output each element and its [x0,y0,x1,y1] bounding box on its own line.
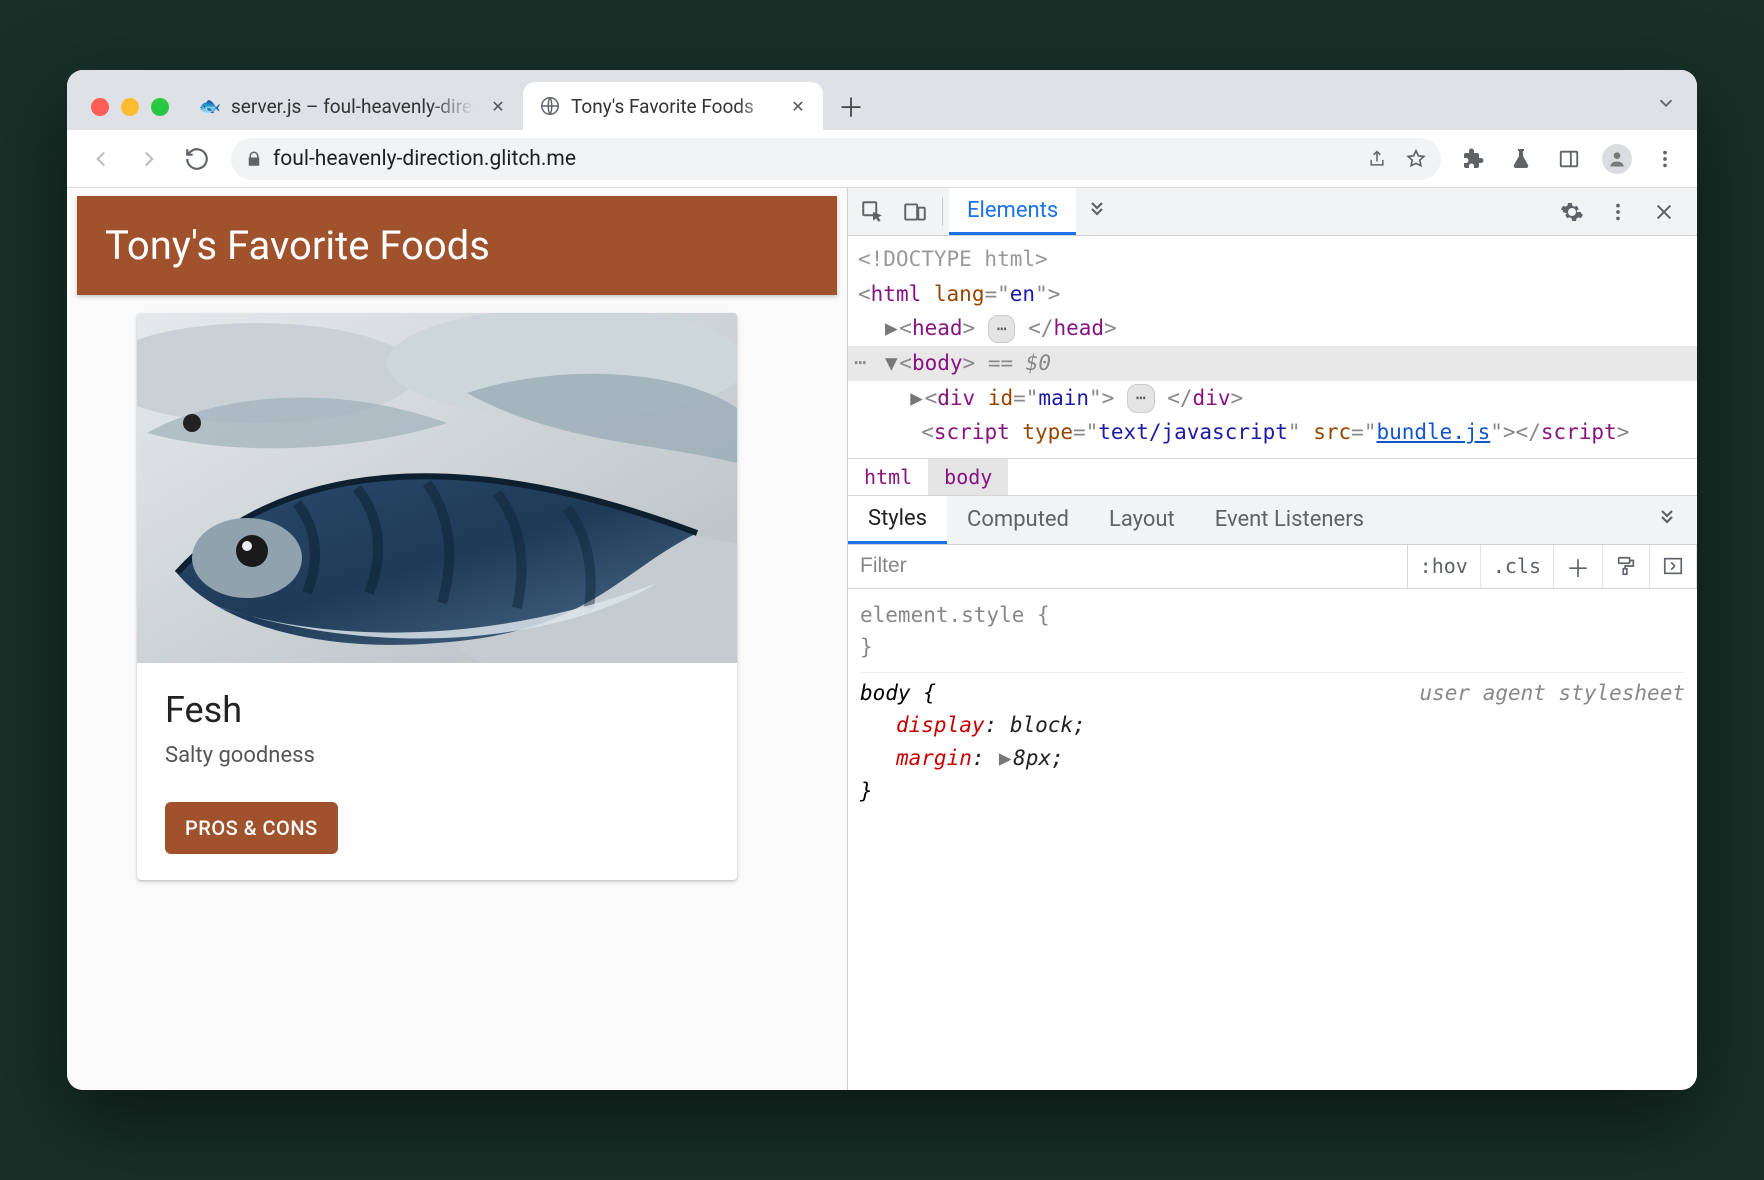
cls-toggle[interactable]: .cls [1481,545,1554,588]
ellipsis-icon[interactable]: ⋯ [1127,384,1155,412]
dom-div-main[interactable]: ▶<div id="main"> ⋯ </div> [848,381,1697,416]
url-field[interactable]: foul-heavenly-direction.glitch.me [231,138,1441,180]
address-bar: foul-heavenly-direction.glitch.me [67,130,1697,188]
globe-favicon-icon [539,95,561,117]
reload-button[interactable] [175,137,219,181]
profile-avatar[interactable] [1597,139,1637,179]
dom-html-open[interactable]: <html lang="en"> [848,277,1697,312]
tab-strip: 🐟 server.js – foul-heavenly-direct ✕ Ton… [67,70,1697,130]
dom-tree[interactable]: <!DOCTYPE html> <html lang="en"> ▶<head>… [848,236,1697,458]
devtools-kebab-icon[interactable] [1597,191,1639,233]
share-icon[interactable] [1367,149,1387,169]
devtools-panel: Elements <!DOCTYPE [847,188,1697,1090]
dom-breadcrumb: html body [848,458,1697,496]
paint-format-icon[interactable] [1603,545,1650,588]
dom-body-selected[interactable]: ▼<body> == $0 [848,346,1697,381]
inline-style-rule[interactable]: element.style { } [860,595,1685,673]
url-text: foul-heavenly-direction.glitch.me [273,147,576,171]
page-viewport: Tony's Favorite Foods [67,188,847,1090]
forward-button[interactable] [127,137,171,181]
browser-tab-inactive[interactable]: 🐟 server.js – foul-heavenly-direct ✕ [183,82,523,130]
styles-filter-input[interactable]: Filter [848,545,1408,588]
styles-tab-computed[interactable]: Computed [947,497,1089,542]
inspect-element-icon[interactable] [852,191,894,233]
breadcrumb-body[interactable]: body [928,459,1008,495]
ellipsis-icon[interactable]: ⋯ [988,315,1016,343]
content-split: Tony's Favorite Foods [67,188,1697,1090]
tab-label: server.js – foul-heavenly-direct [231,95,479,118]
new-tab-button[interactable]: ＋ [831,86,871,126]
back-button[interactable] [79,137,123,181]
card-subtitle: Salty goodness [165,743,709,768]
dom-head[interactable]: ▶<head> ⋯ </head> [848,311,1697,346]
card-body: Fesh Salty goodness PROS & CONS [137,663,737,880]
settings-gear-icon[interactable] [1551,191,1593,233]
styles-tab-styles[interactable]: Styles [848,496,947,544]
computed-sidebar-icon[interactable] [1650,545,1697,588]
styles-rules[interactable]: element.style { } body {user agent style… [848,589,1697,1090]
new-style-rule-icon[interactable]: ＋ [1554,545,1603,588]
devtools-tab-elements[interactable]: Elements [949,188,1076,235]
sidepanel-icon[interactable] [1549,139,1589,179]
collapse-triangle-icon[interactable]: ▼ [883,346,899,381]
card-title: Fesh [165,689,709,731]
styles-toolbar: Filter :hov .cls ＋ [848,545,1697,589]
food-card: Fesh Salty goodness PROS & CONS [137,313,737,880]
labs-icon[interactable] [1501,139,1541,179]
kebab-menu-icon[interactable] [1645,139,1685,179]
breadcrumb-html[interactable]: html [848,459,928,495]
styles-tab-strip: Styles Computed Layout Event Listeners [848,496,1697,545]
maximize-window-icon[interactable] [151,98,169,116]
close-tab-icon[interactable]: ✕ [789,97,807,115]
expand-triangle-icon[interactable]: ▶ [997,742,1013,775]
minimize-window-icon[interactable] [121,98,139,116]
expand-triangle-icon[interactable]: ▶ [883,311,899,346]
more-tabs-icon[interactable] [1076,191,1118,233]
browser-tab-active[interactable]: Tony's Favorite Foods ✕ [523,82,823,130]
expand-triangle-icon[interactable]: ▶ [909,381,925,416]
close-window-icon[interactable] [91,98,109,116]
device-toolbar-icon[interactable] [894,191,936,233]
dom-script[interactable]: <script type="text/javascript" src="bund… [848,415,1697,450]
tab-label: Tony's Favorite Foods [571,95,779,118]
dom-doctype[interactable]: <!DOCTYPE html> [848,242,1697,277]
devtools-close-icon[interactable] [1643,191,1685,233]
ua-stylesheet-label: user agent stylesheet [1419,677,1685,710]
styles-more-icon[interactable] [1637,508,1697,532]
browser-toolbar [1453,139,1685,179]
styles-tab-layout[interactable]: Layout [1089,497,1195,542]
pros-cons-button[interactable]: PROS & CONS [165,802,338,854]
bundle-link[interactable]: bundle.js [1376,420,1490,444]
window-controls [77,98,183,130]
body-ua-rule[interactable]: body {user agent stylesheet display: blo… [860,673,1685,815]
browser-window: 🐟 server.js – foul-heavenly-direct ✕ Ton… [67,70,1697,1090]
extensions-icon[interactable] [1453,139,1493,179]
page-title: Tony's Favorite Foods [77,196,837,295]
devtools-tab-bar: Elements [848,188,1697,236]
hov-toggle[interactable]: :hov [1408,545,1481,588]
styles-tab-event-listeners[interactable]: Event Listeners [1195,497,1384,542]
tabs-dropdown-icon[interactable] [1655,92,1677,114]
close-tab-icon[interactable]: ✕ [489,97,507,115]
card-image [137,313,737,663]
bookmark-star-icon[interactable] [1405,148,1427,170]
glitch-favicon-icon: 🐟 [199,95,221,117]
lock-icon [245,150,263,168]
